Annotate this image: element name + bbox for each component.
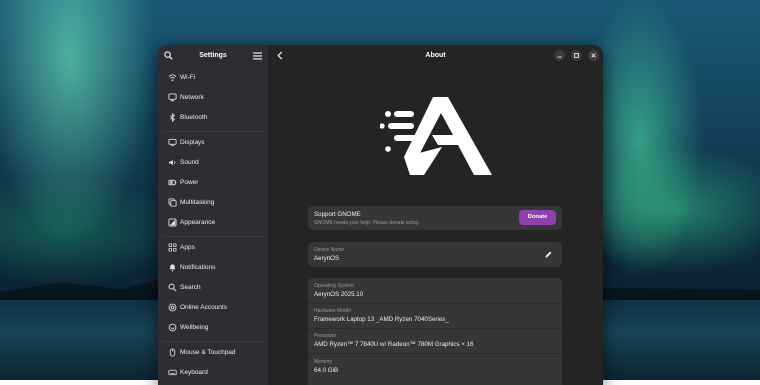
sidebar-item-power[interactable]: Power [162, 174, 264, 192]
sidebar-divider [162, 341, 264, 342]
row-divider [308, 353, 562, 354]
wifi-icon [168, 74, 177, 82]
display-icon [168, 138, 177, 147]
bell-icon [169, 264, 176, 272]
sidebar-item-label: Search [180, 284, 201, 291]
search-icon [168, 283, 177, 292]
sidebar-item-label: Keyboard [180, 369, 208, 376]
sidebar-header: Settings [158, 45, 268, 67]
minimize-icon [557, 56, 562, 58]
sidebar-item-notifications[interactable]: Notifications [162, 259, 264, 277]
apps-icon [168, 243, 177, 252]
sidebar-item-appearance[interactable]: Appearance [162, 214, 264, 232]
close-icon [591, 53, 596, 58]
sidebar-item-label: Online Accounts [180, 304, 227, 311]
sidebar-item-displays[interactable]: Displays [162, 134, 264, 152]
row-divider [308, 303, 562, 304]
spec-value: AerynOS 2025.10 [314, 291, 364, 298]
close-button[interactable] [588, 50, 599, 61]
sidebar-item-label: Power [180, 179, 199, 186]
sidebar-item-label: Network [180, 94, 204, 101]
device-name-card[interactable]: Device Name AerynOS [308, 242, 562, 267]
spec-value: AMD Ryzen™ 7 7840U w/ Radeon™ 780M Graph… [314, 341, 474, 348]
wellbeing-icon [168, 323, 177, 332]
multitasking-icon [168, 198, 177, 207]
sidebar-item-label: Apps [180, 244, 195, 251]
sidebar-item-wifi[interactable]: Wi-Fi [162, 69, 264, 87]
sidebar-item-search[interactable]: Search [162, 279, 264, 297]
sidebar-item-multitasking[interactable]: Multitasking [162, 194, 264, 212]
spec-label: Processor [314, 333, 337, 339]
sidebar-title: Settings [199, 52, 227, 59]
network-icon [168, 93, 177, 102]
device-name-value: AerynOS [314, 255, 340, 262]
maximize-button[interactable] [571, 50, 582, 61]
minimize-button[interactable] [554, 50, 565, 61]
sidebar-item-network[interactable]: Network [162, 89, 264, 107]
spec-label: Hardware Model [314, 308, 351, 314]
about-page: About Support GNOME GNOME needs your hel… [268, 45, 603, 385]
sidebar-item-label: Notifications [180, 264, 216, 271]
sidebar-item-wellbeing[interactable]: Wellbeing [162, 319, 264, 337]
bluetooth-icon [169, 113, 175, 122]
sidebar-item-bluetooth[interactable]: Bluetooth [162, 109, 264, 127]
sidebar-item-apps[interactable]: Apps [162, 239, 264, 257]
support-gnome-card: Support GNOME GNOME needs your help. Ple… [308, 206, 562, 230]
sidebar-item-label: Wellbeing [180, 324, 209, 331]
at-icon [168, 303, 177, 312]
settings-window: Settings Wi-Fi Network Bluetooth Display… [158, 45, 603, 385]
sidebar-divider [162, 236, 264, 237]
maximize-icon [574, 53, 579, 58]
aerynos-logo [380, 97, 492, 175]
hamburger-menu-icon[interactable] [253, 52, 262, 60]
sidebar-item-sound[interactable]: Sound [162, 154, 264, 172]
donate-button[interactable]: Donate [519, 210, 556, 225]
spec-value: Framework Laptop 13 _AMD Ryzen 7040Serie… [314, 316, 449, 323]
sidebar-item-label: Displays [180, 139, 205, 146]
keyboard-icon [168, 369, 177, 376]
support-subtitle: GNOME needs your help. Please donate tod… [314, 220, 420, 226]
page-title: About [425, 52, 446, 59]
system-info-card: Operating System AerynOS 2025.10 Hardwar… [308, 278, 562, 385]
sidebar-item-online-accounts[interactable]: Online Accounts [162, 299, 264, 317]
sidebar-item-label: Multitasking [180, 199, 215, 206]
sidebar-divider [162, 131, 264, 132]
pencil-edit-icon[interactable] [544, 250, 553, 259]
sidebar: Settings Wi-Fi Network Bluetooth Display… [158, 45, 268, 385]
appearance-icon [168, 218, 177, 227]
sound-icon [168, 159, 176, 166]
sidebar-item-label: Bluetooth [180, 114, 208, 121]
support-title: Support GNOME [314, 211, 361, 218]
mouse-icon [169, 348, 176, 357]
sidebar-item-label: Mouse & Touchpad [180, 349, 236, 356]
sidebar-item-mouse-touchpad[interactable]: Mouse & Touchpad [162, 344, 264, 362]
row-divider [308, 328, 562, 329]
spec-label: Operating System [314, 283, 355, 289]
sidebar-item-label: Sound [180, 159, 199, 166]
spec-value: 64.0 GiB [314, 367, 339, 374]
device-name-label: Device Name [314, 247, 345, 253]
spec-label: Memory [314, 359, 333, 365]
sidebar-item-label: Appearance [180, 219, 216, 226]
sidebar-item-label: Wi-Fi [180, 74, 196, 81]
sidebar-item-keyboard[interactable]: Keyboard [162, 364, 264, 382]
power-icon [168, 179, 177, 186]
